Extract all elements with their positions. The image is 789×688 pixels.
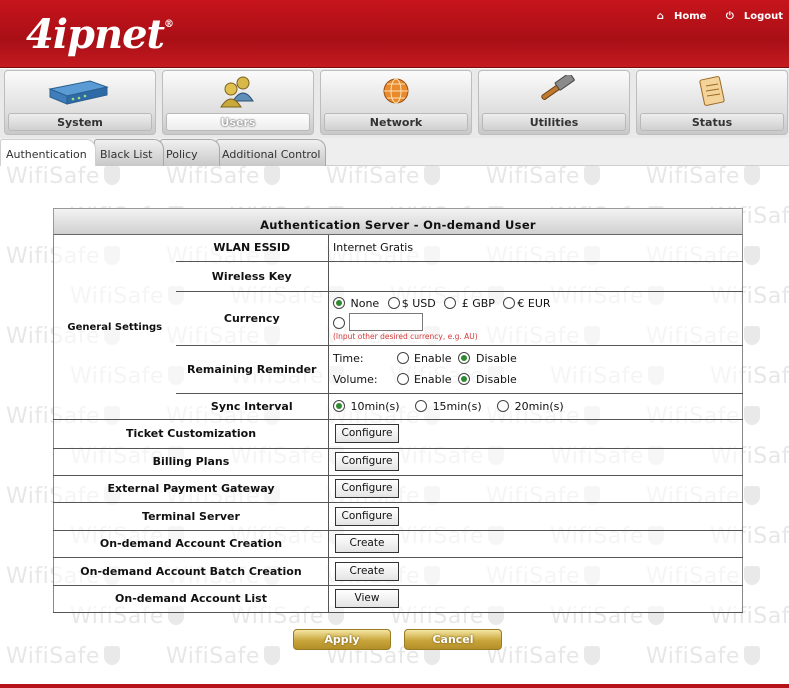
reminder-time-disable-radio[interactable] <box>458 352 471 364</box>
wlan-essid-value: Internet Gratis <box>328 235 743 262</box>
power-icon: ⏻ <box>725 11 734 22</box>
watermark-text: WifiSafe <box>326 164 486 189</box>
document-icon <box>694 75 730 112</box>
account-list-label: On-demand Account List <box>53 585 329 613</box>
shield-icon <box>583 166 600 185</box>
tab-additional-control[interactable]: Additional Control <box>216 139 326 166</box>
reminder-volume-disable-radio[interactable] <box>458 373 471 385</box>
reminder-volume-enable-radio[interactable] <box>396 373 409 385</box>
wlan-essid-label: WLAN ESSID <box>175 235 329 262</box>
panel-title: Authentication Server - On-demand User <box>53 208 743 235</box>
sync-options: 10min(s) 15min(s) 20min(s) <box>328 393 743 420</box>
brand-logo: 4ipnet® <box>26 11 174 58</box>
tab-authentication[interactable]: Authentication <box>0 139 96 166</box>
apply-button[interactable]: Apply <box>293 629 391 650</box>
currency-options: None $ USD £ GBP € EUR (Input other desi… <box>328 291 743 346</box>
main-nav: System Users Network Utilities Status <box>0 69 789 138</box>
account-creation-label: On-demand Account Creation <box>53 530 329 558</box>
sync-interval-label: Sync Interval <box>175 393 329 420</box>
currency-usd-radio[interactable] <box>387 297 400 309</box>
reminder-label: Remaining Reminder <box>175 345 329 394</box>
currency-eur-radio[interactable] <box>503 297 516 309</box>
header-bar: 4ipnet® ⌂ Home ⏻ Logout <box>0 0 789 68</box>
router-icon <box>45 75 115 112</box>
auth-server-panel: Authentication Server - On-demand User G… <box>53 208 743 613</box>
tab-black-list[interactable]: Black List <box>94 139 164 166</box>
nav-utilities[interactable]: Utilities <box>478 70 630 135</box>
ticket-customization-configure-button[interactable]: Configure <box>335 424 399 444</box>
nav-status-label: Status <box>691 116 733 129</box>
settings-table: General Settings WLAN ESSID Internet Gra… <box>53 235 743 420</box>
sync-15min-radio[interactable] <box>415 399 428 412</box>
watermark-text: WifiSafe <box>646 164 789 189</box>
billing-plans-label: Billing Plans <box>53 448 329 476</box>
hammer-icon <box>530 72 578 112</box>
reminder-time-enable-radio[interactable] <box>396 352 409 364</box>
nav-system[interactable]: System <box>4 70 156 135</box>
general-settings-label: General Settings <box>53 235 176 420</box>
nav-network[interactable]: Network <box>320 70 472 135</box>
wireless-key-label: Wireless Key <box>175 261 329 292</box>
shield-icon <box>743 246 760 265</box>
tab-policy[interactable]: Policy <box>160 139 220 166</box>
batch-creation-label: On-demand Account Batch Creation <box>53 557 329 586</box>
footer-bar <box>0 684 789 688</box>
shield-icon <box>743 486 760 505</box>
shield-icon <box>103 166 120 185</box>
nav-users[interactable]: Users <box>162 70 314 135</box>
shield-icon <box>743 166 760 185</box>
globe-icon <box>379 75 413 112</box>
sub-tabs: Additional Control Policy Black List Aut… <box>0 138 789 166</box>
payment-gateway-label: External Payment Gateway <box>53 475 329 503</box>
nav-system-label: System <box>57 116 103 129</box>
currency-other-input[interactable] <box>349 313 423 331</box>
nav-network-label: Network <box>369 116 423 129</box>
shield-icon <box>743 566 760 585</box>
watermark-text: WifiSafe <box>166 164 326 189</box>
ticket-customization-label: Ticket Customization <box>53 420 329 449</box>
reminder-options: Time: Enable Disable Volume: Enable Disa… <box>328 345 743 394</box>
cancel-button[interactable]: Cancel <box>404 629 502 650</box>
currency-hint: (Input other desired currency, e.g. AU) <box>333 332 478 341</box>
shield-icon <box>263 166 280 185</box>
shield-icon <box>743 406 760 425</box>
currency-other-radio[interactable] <box>333 317 345 329</box>
sync-10min-radio[interactable] <box>333 399 345 412</box>
account-creation-create-button[interactable]: Create <box>335 534 399 553</box>
terminal-server-label: Terminal Server <box>53 502 329 531</box>
payment-gateway-configure-button[interactable]: Configure <box>335 479 399 498</box>
batch-creation-create-button[interactable]: Create <box>335 561 399 581</box>
nav-users-label: Users <box>220 116 256 129</box>
home-icon: ⌂ <box>656 11 664 22</box>
watermark-row: WifiSafeWifiSafeWifiSafeWifiSafeWifiSafe… <box>6 164 789 190</box>
nav-utilities-label: Utilities <box>529 116 579 129</box>
currency-label: Currency <box>175 291 329 346</box>
home-link[interactable]: ⌂ Home <box>649 11 707 22</box>
action-rows-table: Ticket Customization Configure Billing Pl… <box>53 420 743 613</box>
watermark-text: WifiSafe <box>486 164 646 189</box>
billing-plans-configure-button[interactable]: Configure <box>335 452 399 471</box>
top-links: ⌂ Home ⏻ Logout <box>641 11 783 22</box>
shield-icon <box>743 326 760 345</box>
shield-icon <box>423 166 440 185</box>
users-icon <box>213 75 263 112</box>
currency-none-radio[interactable] <box>333 297 345 309</box>
sync-20min-radio[interactable] <box>497 399 510 412</box>
watermark-text: WifiSafe <box>6 164 166 189</box>
logout-link[interactable]: ⏻ Logout <box>718 11 783 22</box>
form-actions: Apply Cancel <box>0 629 789 651</box>
account-list-view-button[interactable]: View <box>335 589 399 608</box>
nav-status[interactable]: Status <box>636 70 788 135</box>
wireless-key-value <box>328 261 743 292</box>
terminal-server-configure-button[interactable]: Configure <box>335 506 399 526</box>
currency-gbp-radio[interactable] <box>444 297 457 309</box>
